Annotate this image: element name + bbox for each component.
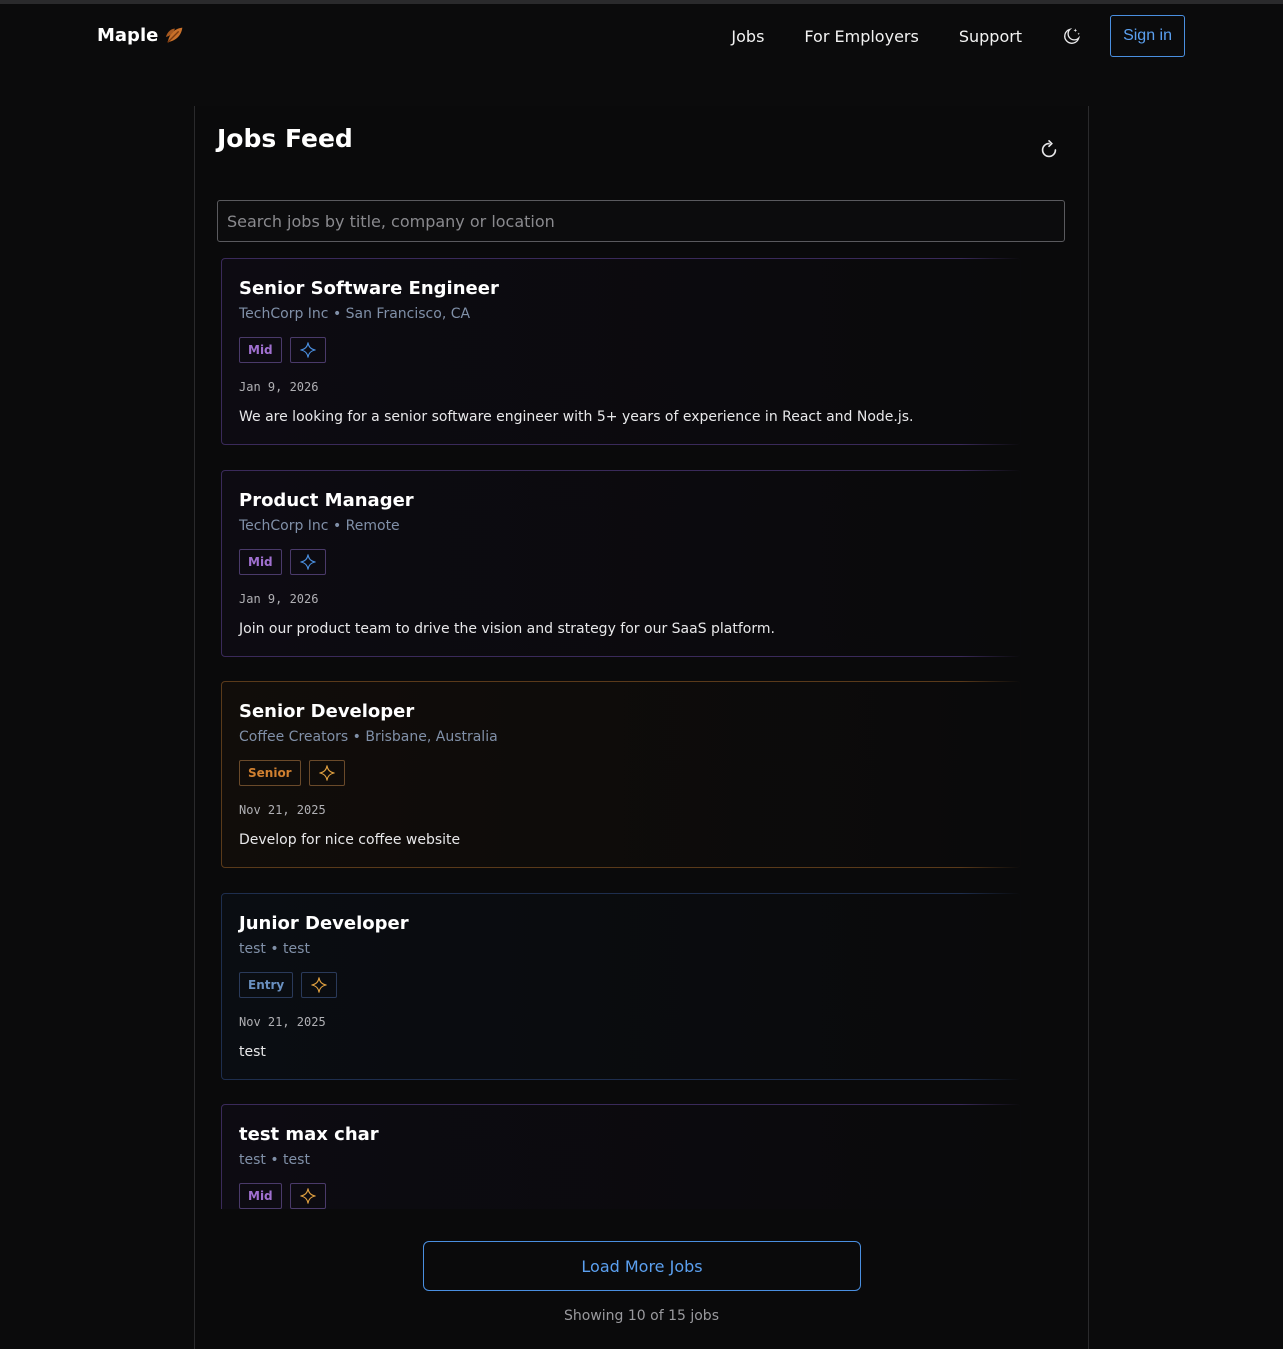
job-tags: Entry [239, 972, 338, 998]
refresh-icon[interactable] [1038, 139, 1060, 161]
showing-count: Showing 10 of 15 jobs [564, 1308, 719, 1324]
level-badge: Entry [239, 972, 294, 998]
jobs-feed-panel: Jobs Feed Senior Software Engineer TechC… [194, 106, 1089, 1349]
job-card[interactable]: Junior Developer test • test Entry Nov 2… [221, 893, 1021, 1080]
job-tags: Mid [239, 549, 326, 575]
more-vertical-icon[interactable] [1020, 283, 1021, 305]
page-title: Jobs Feed [217, 124, 353, 153]
job-date: Nov 21, 2025 [239, 803, 326, 817]
load-more-button[interactable]: Load More Jobs [423, 1241, 861, 1291]
ai-match-button[interactable] [289, 337, 326, 363]
sign-in-button[interactable]: Sign in [1110, 15, 1185, 57]
level-badge: Mid [239, 549, 282, 575]
site-header: Maple Jobs For Employers Support Sign in [0, 4, 1283, 70]
sparkle-icon [300, 1188, 316, 1204]
ai-match-button[interactable] [308, 760, 345, 786]
job-card[interactable]: Senior Software Engineer TechCorp Inc • … [221, 258, 1021, 445]
job-date: Jan 9, 2026 [239, 380, 319, 394]
nav-for-employers[interactable]: For Employers [804, 27, 918, 46]
job-description: We are looking for a senior software eng… [239, 409, 914, 425]
search-input[interactable] [217, 200, 1065, 242]
job-description: Join our product team to drive the visio… [239, 621, 775, 637]
job-meta: Coffee Creators • Brisbane, Australia [239, 729, 498, 745]
job-title[interactable]: Senior Software Engineer [239, 278, 499, 299]
job-card[interactable]: Product Manager TechCorp Inc • Remote Mi… [221, 470, 1021, 657]
job-tags: Senior [239, 760, 345, 786]
job-description: Develop for nice coffee website [239, 832, 461, 848]
sparkle-icon [300, 554, 316, 570]
job-title[interactable]: Junior Developer [239, 913, 409, 934]
ai-match-button[interactable] [301, 972, 338, 998]
job-title[interactable]: Senior Developer [239, 701, 414, 722]
sparkle-icon [300, 342, 316, 358]
ai-match-button[interactable] [289, 549, 326, 575]
level-badge: Senior [239, 760, 301, 786]
main-nav: Jobs For Employers Support Sign in [731, 15, 1185, 57]
level-badge: Mid [239, 337, 282, 363]
job-card[interactable]: Senior Developer Coffee Creators • Brisb… [221, 681, 1021, 868]
job-tags: Mid [239, 337, 326, 363]
logo[interactable]: Maple [97, 24, 186, 46]
job-tags: Mid [239, 1183, 326, 1209]
sparkle-icon [311, 977, 327, 993]
job-meta: test • test [239, 1152, 310, 1168]
nav-support[interactable]: Support [959, 27, 1022, 46]
job-title[interactable]: test max char [239, 1124, 379, 1145]
logo-text: Maple [97, 24, 159, 46]
job-date: Jan 9, 2026 [239, 592, 319, 606]
job-meta: test • test [239, 941, 310, 957]
ai-match-button[interactable] [289, 1183, 326, 1209]
job-description: test [239, 1044, 266, 1060]
level-badge: Mid [239, 1183, 282, 1209]
job-meta: TechCorp Inc • San Francisco, CA [239, 306, 471, 322]
sparkle-icon [319, 765, 335, 781]
job-date: Nov 21, 2025 [239, 1015, 326, 1029]
moon-icon[interactable] [1062, 26, 1082, 46]
more-vertical-icon[interactable] [1020, 495, 1021, 517]
job-card[interactable]: test max char test • test Mid [221, 1104, 1021, 1209]
job-meta: TechCorp Inc • Remote [239, 518, 400, 534]
leaf-icon [166, 27, 183, 43]
more-vertical-icon[interactable] [1020, 706, 1021, 728]
more-vertical-icon[interactable] [1020, 918, 1021, 940]
jobs-list: Senior Software Engineer TechCorp Inc • … [221, 258, 1021, 1209]
job-title[interactable]: Product Manager [239, 490, 414, 511]
more-vertical-icon[interactable] [1020, 1129, 1021, 1151]
nav-jobs[interactable]: Jobs [731, 27, 764, 46]
